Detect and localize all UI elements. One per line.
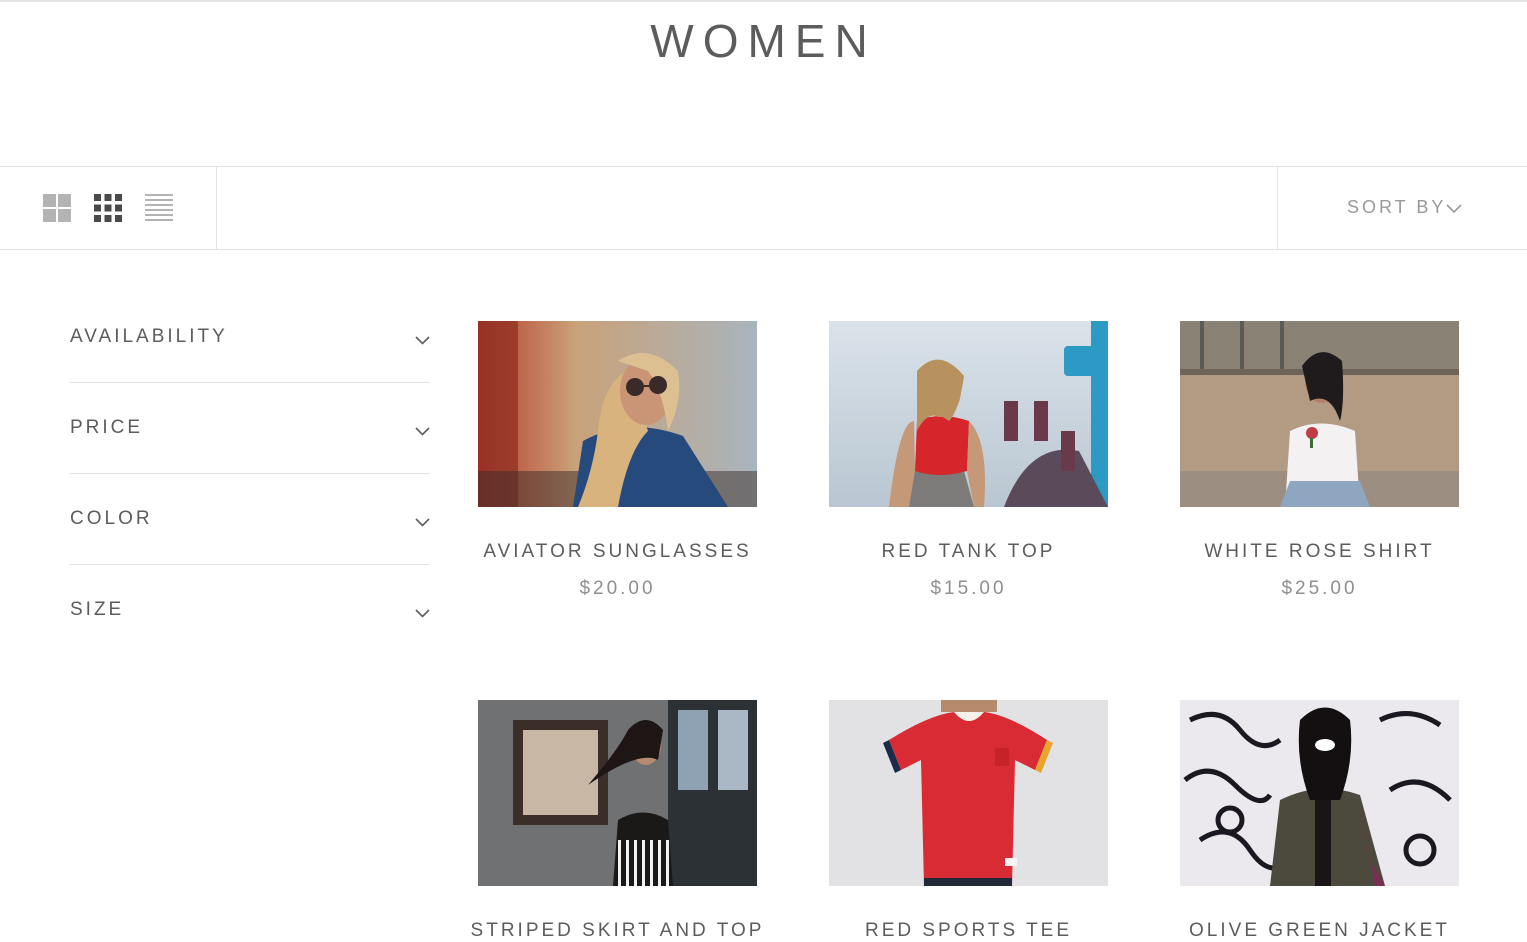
product-title[interactable]: STRIPED SKIRT AND TOP: [458, 920, 777, 942]
product-image[interactable]: [829, 700, 1108, 886]
filter-sidebar: AVAILABILITY PRICE COLOR SIZE: [70, 292, 430, 655]
product-price: $15.00: [930, 578, 1007, 599]
filter-label: AVAILABILITY: [70, 326, 228, 347]
product-title[interactable]: RED TANK TOP: [809, 541, 1128, 563]
chevron-down-icon: [415, 605, 430, 623]
product-title[interactable]: RED SPORTS TEE: [809, 920, 1128, 942]
chevron-down-icon: [415, 423, 430, 441]
sort-by-label: SORT BY: [1347, 197, 1447, 217]
chevron-down-icon: [415, 332, 430, 350]
collection-toolbar: SORT BY: [0, 166, 1527, 250]
chevron-down-icon: [415, 514, 430, 532]
product-image[interactable]: [478, 700, 757, 886]
list-view-icon[interactable]: [145, 194, 173, 222]
product-image[interactable]: [829, 321, 1108, 507]
product-price: $20.00: [579, 578, 656, 599]
product-price: $25.00: [1281, 578, 1358, 599]
product-image[interactable]: [1180, 321, 1459, 507]
filter-availability[interactable]: AVAILABILITY: [70, 292, 430, 383]
product-title[interactable]: OLIVE GREEN JACKET: [1160, 920, 1479, 942]
grid-2x2-icon[interactable]: [43, 194, 71, 222]
filter-color[interactable]: COLOR: [70, 474, 430, 565]
page-title: WOMEN: [650, 15, 877, 67]
product-image[interactable]: [478, 321, 757, 507]
filter-label: PRICE: [70, 417, 144, 438]
filter-label: COLOR: [70, 508, 153, 529]
top-border: [0, 0, 1527, 2]
product-title[interactable]: WHITE ROSE SHIRT: [1160, 541, 1479, 563]
product-title[interactable]: AVIATOR SUNGLASSES: [458, 541, 777, 563]
layout-switcher: [0, 167, 217, 249]
sort-by-dropdown[interactable]: SORT BY: [1277, 167, 1527, 249]
filter-label: SIZE: [70, 599, 125, 620]
grid-3x3-icon[interactable]: [94, 194, 122, 222]
product-image[interactable]: [1180, 700, 1459, 886]
filter-size[interactable]: SIZE: [70, 565, 430, 655]
filter-price[interactable]: PRICE: [70, 383, 430, 474]
chevron-down-icon: [1446, 201, 1462, 219]
